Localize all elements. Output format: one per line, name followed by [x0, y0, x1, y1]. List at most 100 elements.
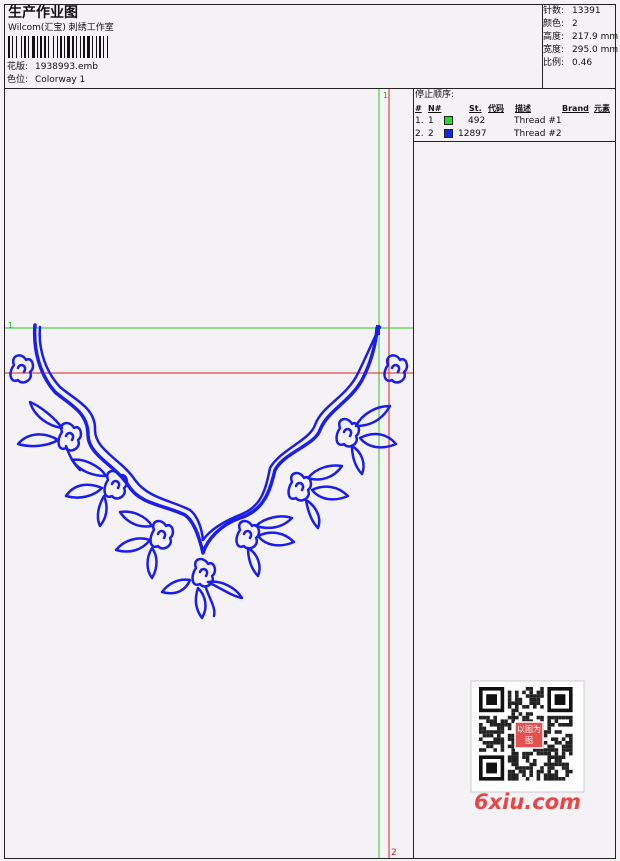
qr-module [489, 730, 494, 734]
qr-module [551, 766, 555, 770]
qr-module [565, 769, 569, 774]
qr-module [515, 762, 519, 767]
qr-module [515, 705, 519, 709]
qr-module [489, 723, 494, 727]
qr-module [500, 744, 505, 749]
qr-module [536, 701, 541, 705]
qr-module [536, 697, 541, 702]
qr-module [507, 715, 512, 720]
qr-module [533, 705, 537, 709]
qr-module [489, 719, 494, 723]
qr-module [486, 744, 490, 749]
qr-module [500, 730, 505, 734]
qr-module [507, 726, 512, 731]
qr-module [489, 744, 494, 749]
rose-right-3 [235, 515, 296, 578]
qr-module [529, 712, 533, 716]
guide-marker-top: 1 [383, 91, 389, 100]
qr-module [547, 751, 551, 756]
qr-module [565, 723, 569, 727]
qr-module [522, 766, 526, 770]
qr-badge-text: 以图为图 [517, 725, 541, 745]
qr-module [507, 769, 512, 774]
qr-module [479, 723, 483, 727]
rose-right-1 [335, 404, 398, 476]
qr-module [561, 737, 566, 741]
qr-module [536, 715, 541, 720]
qr-module [554, 755, 559, 759]
qr-module [529, 762, 533, 767]
qr-module [547, 762, 551, 767]
qr-module [515, 694, 519, 698]
qr-module [507, 697, 512, 702]
qr-module [536, 751, 541, 756]
qr-module [493, 730, 497, 734]
qr-module [540, 694, 544, 698]
qr-module [500, 737, 505, 741]
qr-module [554, 730, 559, 734]
qr-finder [486, 762, 497, 774]
qr-module [507, 705, 512, 709]
qr-module [551, 744, 555, 749]
qr-module [486, 715, 490, 720]
qr-module [525, 715, 530, 720]
qr-module [515, 766, 519, 770]
qr-module [482, 741, 487, 745]
qr-module [558, 730, 562, 734]
qr-module [561, 762, 566, 767]
qr-module [518, 701, 523, 705]
qr-module [533, 701, 537, 705]
qr-module [525, 694, 530, 698]
qr-module [569, 769, 573, 774]
qr-module [569, 748, 573, 752]
qr-module [529, 773, 533, 777]
guide-marker-bottom: 2 [391, 848, 397, 858]
qr-module [515, 773, 519, 777]
qr-module [482, 733, 487, 738]
qr-module [540, 766, 544, 770]
qr-module [522, 755, 526, 759]
qr-module [536, 769, 541, 774]
qr-module [522, 773, 526, 777]
qr-module [525, 759, 530, 763]
qr-module [551, 762, 555, 767]
qr-module [515, 751, 519, 756]
rose-left-3 [114, 510, 175, 580]
qr-module [543, 762, 548, 767]
qr-module [479, 737, 483, 741]
qr-module [525, 777, 530, 781]
qr-module [543, 773, 548, 777]
qr-module [529, 690, 533, 695]
qr-module [518, 697, 523, 702]
qr-module [489, 741, 494, 745]
qr-module [486, 733, 490, 738]
qr-module [561, 715, 566, 720]
qr-module [482, 715, 487, 720]
qr-module [569, 733, 573, 738]
qr-module [507, 733, 512, 738]
qr-module [569, 744, 573, 749]
qr-module [493, 723, 497, 727]
rose-right-edge [383, 354, 409, 384]
qr-module [569, 741, 573, 745]
qr-module [533, 697, 537, 702]
qr-module [533, 762, 537, 767]
qr-module [497, 726, 501, 731]
qr-module [486, 730, 490, 734]
qr-module [525, 705, 530, 709]
qr-module [540, 769, 544, 774]
qr-module [558, 777, 562, 781]
qr-module [558, 762, 562, 767]
qr-module [565, 762, 569, 767]
qr-module [536, 773, 541, 777]
qr-module [533, 759, 537, 763]
qr-module [511, 762, 515, 767]
qr-module [507, 777, 512, 781]
qr-module [515, 759, 519, 763]
qr-module [554, 769, 559, 774]
qr-module [493, 715, 497, 720]
qr-module [525, 766, 530, 770]
qr-module [569, 723, 573, 727]
qr-module [536, 777, 541, 781]
qr-module [554, 719, 559, 723]
